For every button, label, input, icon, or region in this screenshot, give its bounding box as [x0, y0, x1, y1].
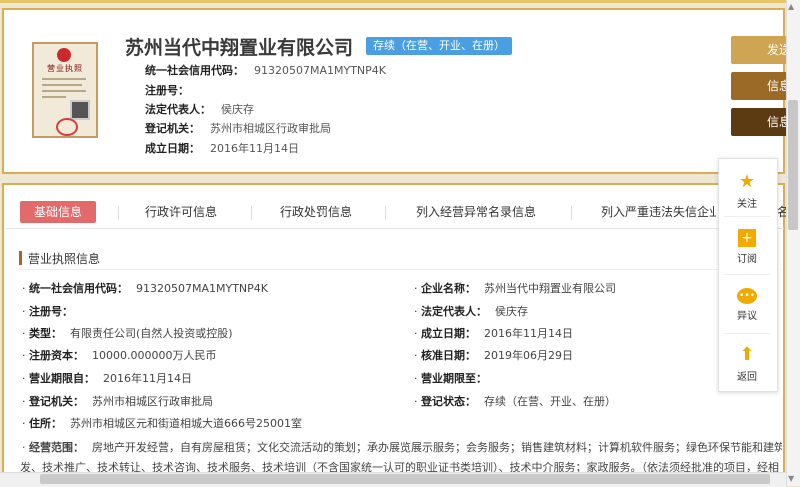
- section-marker: [19, 251, 22, 265]
- national-emblem-icon: [57, 48, 71, 62]
- header-field-credit-code: 统一社会信用代码： 91320507MA1MYTNP4K: [145, 64, 387, 77]
- field-established: · 成立日期： 2016年11月14日: [414, 327, 573, 340]
- section-divider: [19, 269, 779, 270]
- header-field-established: 成立日期： 2016年11月14日: [145, 142, 299, 155]
- info-button-dark[interactable]: 信息: [731, 108, 791, 136]
- tab-admin-penalty[interactable]: 行政处罚信息: [280, 201, 352, 223]
- top-accent-line: [0, 0, 800, 3]
- field-legal-rep: · 法定代表人： 侯庆存: [414, 305, 528, 318]
- info-button[interactable]: 信息: [731, 72, 791, 100]
- tab-admin-license[interactable]: 行政许可信息: [145, 201, 217, 223]
- certificate-text-line: [42, 84, 82, 86]
- field-credit-code: · 统一社会信用代码： 91320507MA1MYTNP4K: [22, 282, 269, 295]
- field-company-name: · 企业名称： 苏州当代中翔置业有限公司: [414, 282, 616, 295]
- field-address: · 住所： 苏州市相城区元和街道相城大道666号25001室: [22, 417, 302, 430]
- panel-divider: [724, 274, 770, 275]
- tab-divider: [118, 206, 119, 220]
- vertical-scrollbar[interactable]: [786, 0, 800, 486]
- company-name: 苏州当代中翔置业有限公司: [125, 37, 354, 59]
- field-term-from: · 营业期限自： 2016年11月14日: [22, 372, 192, 385]
- certificate-text-line: [42, 90, 86, 92]
- tab-divider: [385, 206, 386, 220]
- objection-button[interactable]: ••• 异议: [718, 288, 776, 322]
- header-field-authority: 登记机关： 苏州市相城区行政审批局: [145, 122, 331, 135]
- tab-overflow-text: 名: [777, 205, 786, 219]
- certificate-text-line: [42, 96, 66, 98]
- field-type: · 类型： 有限责任公司(自然人投资或控股): [22, 327, 233, 340]
- tab-basic-info[interactable]: 基础信息: [20, 201, 96, 223]
- star-icon: ★: [738, 171, 756, 192]
- panel-divider: [724, 333, 770, 334]
- header-field-legal-rep: 法定代表人： 侯庆存: [145, 103, 254, 116]
- certificate-title: 营业执照: [47, 64, 83, 73]
- status-badge: 存续（在营、开业、在册）: [366, 37, 512, 55]
- field-reg-status: · 登记状态： 存续（在营、开业、在册）: [414, 395, 616, 408]
- company-header-card: [2, 8, 785, 174]
- tab-divider: [251, 206, 252, 220]
- arrow-up-icon: ⬆: [739, 344, 755, 365]
- official-seal-icon: [56, 118, 78, 136]
- tab-abnormal-operation[interactable]: 列入经营异常名录信息: [416, 201, 536, 223]
- scope-line: · 经营范围： 房地产开发经营，自有房屋租赁；文化交流活动的策划；承办展览展示服务…: [22, 441, 782, 454]
- subscribe-button[interactable]: + 订阅: [718, 229, 776, 265]
- follow-button[interactable]: ★ 关注: [718, 171, 776, 211]
- qr-code-icon: [70, 100, 90, 120]
- field-term-to: · 营业期限至：: [414, 372, 487, 385]
- back-to-top-button[interactable]: ⬆ 返回: [718, 344, 776, 384]
- panel-divider: [724, 216, 770, 217]
- send-button[interactable]: 发送: [731, 36, 791, 64]
- field-approval-date: · 核准日期： 2019年06月29日: [414, 349, 573, 362]
- section-title: 营业执照信息: [28, 252, 101, 266]
- scroll-up-arrow-icon[interactable]: ▲: [788, 2, 794, 11]
- scroll-down-arrow-icon[interactable]: ▼: [788, 474, 794, 483]
- tab-serious-violation[interactable]: 列入严重违法失信企业名单信息: [601, 201, 716, 223]
- business-license-thumbnail[interactable]: 营业执照: [32, 42, 98, 138]
- chat-bubble-icon: •••: [737, 288, 757, 304]
- tab-divider: [571, 206, 572, 220]
- certificate-text-line: [42, 78, 86, 80]
- horizontal-scroll-thumb[interactable]: [40, 474, 770, 484]
- header-field-reg-no: 注册号：: [145, 84, 189, 97]
- plus-square-icon: +: [738, 229, 756, 247]
- field-reg-no: · 注册号：: [22, 305, 73, 318]
- field-capital: · 注册资本： 10000.000000万人民币: [22, 349, 217, 362]
- vertical-scroll-thumb[interactable]: [788, 100, 798, 230]
- field-authority: · 登记机关： 苏州市相城区行政审批局: [22, 395, 213, 408]
